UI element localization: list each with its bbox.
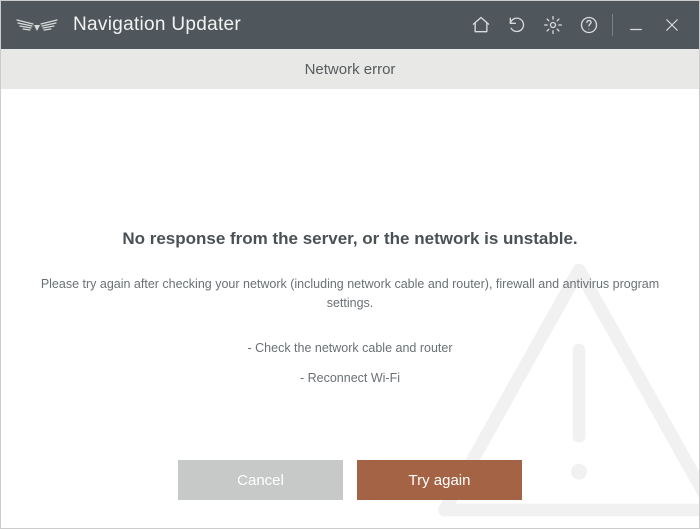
undo-icon[interactable]: [500, 8, 534, 42]
subheader: Network error: [1, 49, 699, 89]
minimize-icon[interactable]: [619, 8, 653, 42]
cancel-button[interactable]: Cancel: [178, 460, 343, 500]
app-title: Navigation Updater: [73, 14, 241, 36]
home-icon[interactable]: [464, 8, 498, 42]
error-subtext: Please try again after checking your net…: [23, 275, 677, 313]
button-row: Cancel Try again: [1, 460, 699, 500]
close-icon[interactable]: [655, 8, 689, 42]
help-icon[interactable]: [572, 8, 606, 42]
error-tip: - Check the network cable and router: [23, 341, 677, 355]
titlebar-actions: [464, 8, 689, 42]
gear-icon[interactable]: [536, 8, 570, 42]
error-tip: - Reconnect Wi-Fi: [23, 371, 677, 385]
content-area: No response from the server, or the netw…: [1, 89, 699, 528]
wings-logo: [15, 15, 59, 35]
titlebar: Navigation Updater: [1, 1, 699, 49]
error-headline: No response from the server, or the netw…: [23, 229, 677, 249]
subheader-text: Network error: [305, 61, 396, 78]
app-window: Navigation Updater: [0, 0, 700, 529]
error-message-block: No response from the server, or the netw…: [23, 89, 677, 385]
titlebar-divider: [612, 14, 613, 36]
try-again-button[interactable]: Try again: [357, 460, 522, 500]
